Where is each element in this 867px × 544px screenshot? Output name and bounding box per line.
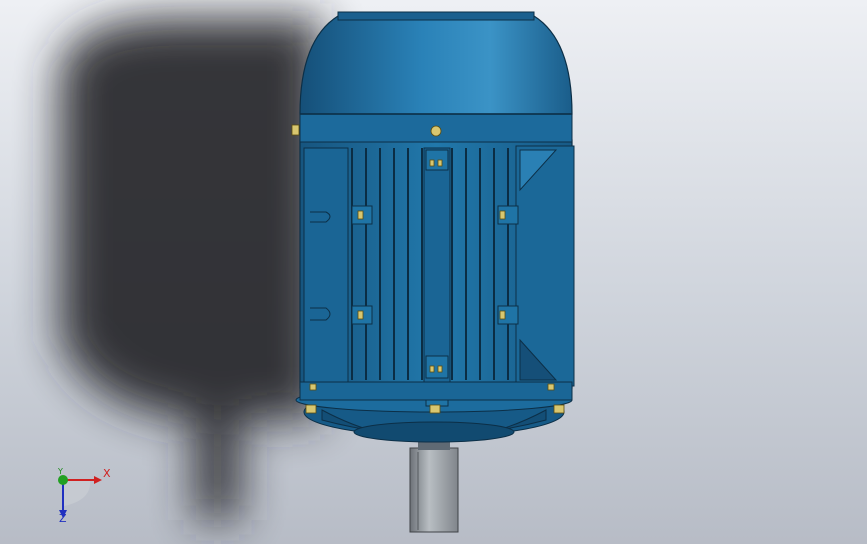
- graphics-viewport[interactable]: X Y Z: [0, 0, 867, 544]
- x-axis-label: X: [103, 467, 111, 480]
- motor-scene: [60, 11, 575, 533]
- axis-triad: X Y Z: [48, 464, 128, 534]
- fan-cover[interactable]: [299, 11, 573, 143]
- model-shadow: [60, 18, 320, 520]
- motor-body[interactable]: [299, 139, 575, 407]
- y-axis-label: Y: [58, 467, 63, 476]
- z-axis-label: Z: [59, 512, 67, 525]
- motor-shaft[interactable]: [409, 440, 459, 533]
